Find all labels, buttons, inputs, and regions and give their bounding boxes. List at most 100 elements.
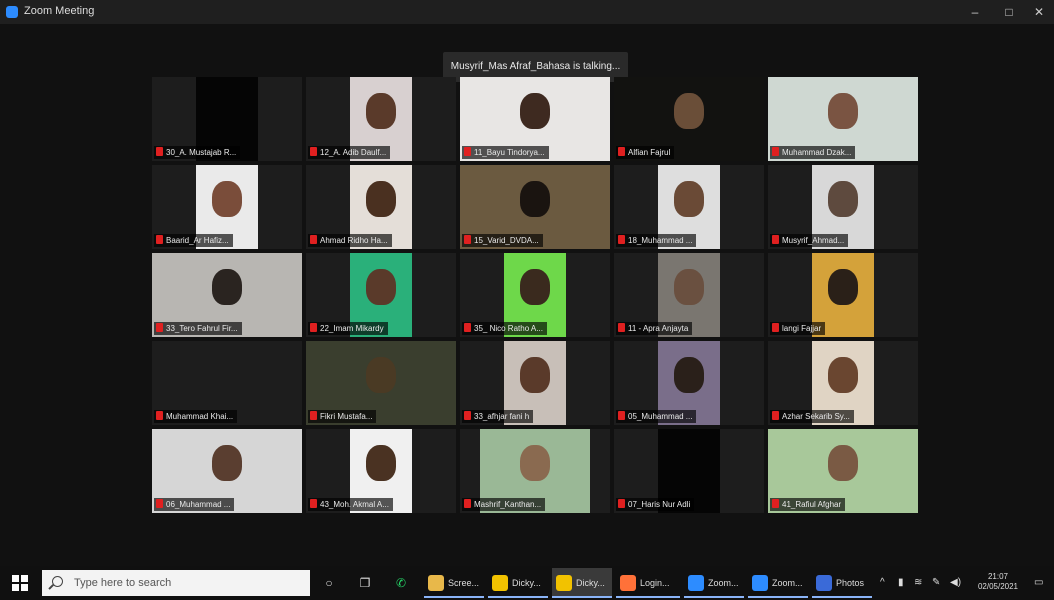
participant-name: 06_Muhammad ...: [166, 500, 231, 509]
participant-tile[interactable]: 30_A. Mustajab R...: [152, 77, 302, 161]
taskbar-app-label: Dicky...: [512, 578, 541, 588]
participant-namebar: 15_Varid_DVDA...: [462, 234, 543, 247]
participant-tile[interactable]: 15_Varid_DVDA...: [460, 165, 610, 249]
taskbar-app-button[interactable]: Login...: [616, 568, 680, 598]
participant-namebar: 11 - Apra Anjayta: [616, 322, 693, 335]
participant-namebar: Ahmad Ridho Ha...: [308, 234, 392, 247]
participant-tile[interactable]: 06_Muhammad ...: [152, 429, 302, 513]
participant-tile[interactable]: Baarid_Ar Hafiz...: [152, 165, 302, 249]
muted-mic-icon: [772, 323, 779, 333]
running-indicator: [748, 596, 808, 598]
participant-namebar: 35_ Nico Ratho A...: [462, 322, 547, 335]
windows-taskbar: Type here to search ○ ❐ ✆ Scree... Dicky.…: [0, 566, 1054, 600]
participant-namebar: langi Fajjar: [770, 322, 826, 335]
taskbar-app-button[interactable]: Scree...: [424, 568, 484, 598]
participant-face: [674, 181, 704, 217]
taskbar-app-button[interactable]: Dicky...: [488, 568, 548, 598]
participant-tile[interactable]: 33_afhjar fani h: [460, 341, 610, 425]
participant-tile[interactable]: 33_Tero Fahrul Fir...: [152, 253, 302, 337]
participant-namebar: Mashrif_Kanthan...: [462, 498, 546, 511]
participant-name: 05_Muhammad ...: [628, 412, 693, 421]
participant-tile[interactable]: Mashrif_Kanthan...: [460, 429, 610, 513]
taskbar-app-button[interactable]: Zoom...: [684, 568, 744, 598]
participant-namebar: Azhar Sekarib Sy...: [770, 410, 854, 423]
search-placeholder: Type here to search: [74, 577, 172, 589]
muted-mic-icon: [618, 147, 625, 157]
participant-name: 41_Rafiul Afghar: [782, 500, 842, 509]
participant-name: 33_afhjar fani h: [474, 412, 530, 421]
participant-tile[interactable]: 43_Moh. Akmal A...: [306, 429, 456, 513]
taskbar-clock[interactable]: 21:07 02/05/2021: [968, 572, 1028, 592]
muted-mic-icon: [772, 411, 779, 421]
participant-tile[interactable]: Muhammad Khai...: [152, 341, 302, 425]
notifications-icon[interactable]: ▭: [1034, 577, 1043, 588]
taskbar-app-label: Zoom...: [708, 578, 739, 588]
taskbar-app-label: Photos: [836, 578, 865, 588]
participant-tile[interactable]: 05_Muhammad ...: [614, 341, 764, 425]
maximize-button[interactable]: □: [992, 0, 1026, 24]
participant-tile[interactable]: Ahmad Ridho Ha...: [306, 165, 456, 249]
participant-tile[interactable]: 07_Haris Nur Adli: [614, 429, 764, 513]
sticky-notes-icon: [492, 575, 508, 591]
participant-name: langi Fajjar: [782, 324, 822, 333]
running-indicator: [552, 596, 612, 598]
participant-tile[interactable]: Alfian Fajrul: [614, 77, 764, 161]
taskbar-app-label: Login...: [640, 578, 670, 588]
taskbar-app-button[interactable]: Zoom...: [748, 568, 808, 598]
taskbar-app-label: Dicky...: [576, 578, 605, 588]
participant-face: [828, 357, 858, 393]
participant-tile[interactable]: 22_Imam Mikardy: [306, 253, 456, 337]
muted-mic-icon: [618, 499, 625, 509]
muted-mic-icon: [156, 235, 163, 245]
whatsapp-icon[interactable]: ✆: [392, 574, 410, 592]
participant-name: 35_ Nico Ratho A...: [474, 324, 543, 333]
participant-tile[interactable]: Musyrif_Ahmad...: [768, 165, 918, 249]
folder-icon: [428, 575, 444, 591]
participant-tile[interactable]: Fikri Mustafa...: [306, 341, 456, 425]
participant-face: [520, 269, 550, 305]
participant-face: [212, 181, 242, 217]
participant-tile[interactable]: 11 - Apra Anjayta: [614, 253, 764, 337]
participant-tile[interactable]: 18_Muhammad ...: [614, 165, 764, 249]
participant-namebar: 18_Muhammad ...: [616, 234, 697, 247]
show-hidden-icons[interactable]: ^: [880, 577, 885, 588]
taskbar-app-button[interactable]: Dicky...: [552, 568, 612, 598]
participant-name: Azhar Sekarib Sy...: [782, 412, 850, 421]
volume-icon[interactable]: ◀): [950, 577, 961, 588]
muted-mic-icon: [772, 235, 779, 245]
network-icon[interactable]: ≋: [914, 577, 922, 588]
participant-name: 22_Imam Mikardy: [320, 324, 384, 333]
participant-face: [674, 93, 704, 129]
participant-tile[interactable]: Azhar Sekarib Sy...: [768, 341, 918, 425]
participant-tile[interactable]: Muhammad Dzak...: [768, 77, 918, 161]
participant-face: [366, 357, 396, 393]
muted-mic-icon: [618, 411, 625, 421]
windows-start-icon[interactable]: [12, 575, 28, 591]
participant-face: [828, 93, 858, 129]
participant-tile[interactable]: 11_Bayu Tindorya...: [460, 77, 610, 161]
running-indicator: [424, 596, 484, 598]
participant-name: 18_Muhammad ...: [628, 236, 693, 245]
participant-tile[interactable]: 41_Rafiul Afghar: [768, 429, 918, 513]
taskbar-app-label: Zoom...: [772, 578, 803, 588]
close-button[interactable]: ✕: [1022, 0, 1054, 24]
task-view-icon[interactable]: ❐: [356, 574, 374, 592]
pen-icon[interactable]: ✎: [932, 577, 940, 588]
taskbar-app-button[interactable]: Photos: [812, 568, 872, 598]
participant-namebar: 33_Tero Fahrul Fir...: [154, 322, 242, 335]
participant-face: [520, 93, 550, 129]
taskbar-search-box[interactable]: Type here to search: [42, 570, 310, 596]
photos-icon: [816, 575, 832, 591]
muted-mic-icon: [464, 235, 471, 245]
participant-tile[interactable]: langi Fajjar: [768, 253, 918, 337]
participant-tile[interactable]: 35_ Nico Ratho A...: [460, 253, 610, 337]
participant-name: 15_Varid_DVDA...: [474, 236, 539, 245]
cortana-icon[interactable]: ○: [320, 574, 338, 592]
muted-mic-icon: [464, 499, 471, 509]
participant-face: [212, 269, 242, 305]
usb-icon[interactable]: ▮: [898, 577, 904, 588]
minimize-button[interactable]: –: [958, 0, 992, 24]
participant-tile[interactable]: 12_A. Adib Daulf...: [306, 77, 456, 161]
participant-namebar: 06_Muhammad ...: [154, 498, 235, 511]
participant-face: [212, 445, 242, 481]
